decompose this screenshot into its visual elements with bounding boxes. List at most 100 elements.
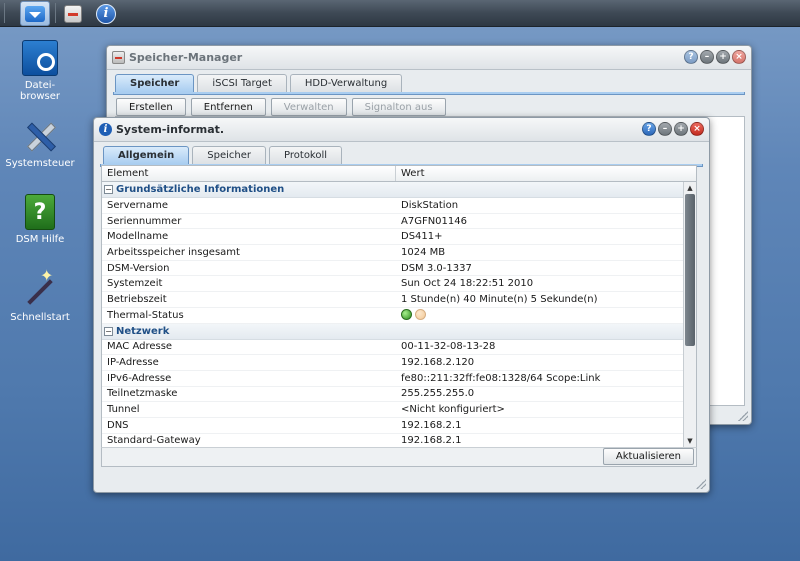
collapse-icon[interactable]: − (104, 185, 113, 194)
help-icon[interactable]: ? (642, 122, 656, 136)
row-key: Tunnel (107, 404, 140, 416)
group-header-basic[interactable]: − Grundsätzliche Informationen (102, 182, 684, 198)
close-icon[interactable]: × (690, 122, 704, 136)
resize-grip[interactable] (696, 479, 706, 489)
system-info-taskbar-button[interactable]: i (91, 1, 121, 26)
control-panel-icon (22, 118, 58, 154)
table-row: Systemzeit Sun Oct 24 18:22:51 2010 (102, 276, 684, 293)
main-menu-button[interactable] (20, 1, 50, 26)
taskbar-separator (55, 3, 56, 23)
row-key: Modellname (107, 231, 169, 243)
minimize-icon[interactable]: – (658, 122, 672, 136)
scroll-up-icon[interactable]: ▲ (685, 183, 695, 193)
create-button[interactable]: Erstellen (116, 98, 186, 116)
taskbar-separator (4, 3, 5, 23)
desktop-icon-label: Datei- browser (19, 80, 60, 102)
maximize-icon[interactable]: + (674, 122, 688, 136)
window-titlebar[interactable]: Speicher-Manager ? – + × (107, 46, 751, 70)
table-row: IPv6-Adresse fe80::211:32ff:fe08:1328/64 … (102, 371, 684, 387)
collapse-icon[interactable]: − (104, 326, 113, 336)
row-key: Teilnetzmaske (107, 388, 178, 400)
row-value: 192.168.2.1 (401, 419, 462, 431)
table-row: MAC Adresse 00-11-32-08-13-28 (102, 340, 684, 356)
table-row: Modellname DS411+ (102, 229, 684, 246)
storage-manager-icon (112, 51, 125, 64)
table-row: Teilnetzmaske 255.255.255.0 (102, 387, 684, 403)
status-ok-icon (401, 309, 412, 321)
info-icon: i (96, 3, 116, 24)
storage-manager-icon (64, 4, 82, 23)
row-value: A7GFN01146 (401, 215, 467, 227)
row-key: IPv6-Adresse (107, 372, 172, 384)
system-info-window[interactable]: i System-informat. ? – + × Allgemein Spe… (93, 117, 710, 493)
table-row: Servername DiskStation (102, 198, 684, 214)
row-key: MAC Adresse (107, 341, 173, 353)
desktop-icon-control-panel[interactable]: Systemsteuer (0, 118, 80, 169)
close-icon[interactable]: × (732, 50, 746, 64)
row-value: 1 Stunde(n) 40 Minute(n) 5 Sekunde(n) (401, 293, 598, 305)
grid-footer: Aktualisieren (101, 447, 697, 467)
tab-iscsi-target[interactable]: iSCSI Target (197, 74, 287, 92)
desktop-icon-help[interactable]: ? DSM Hilfe (0, 194, 80, 245)
beep-off-button[interactable]: Signalton aus (351, 98, 446, 116)
minimize-icon[interactable]: – (700, 50, 714, 64)
table-row: Thermal-Status (102, 308, 684, 324)
info-grid: − Grundsätzliche Informationen Servernam… (101, 182, 697, 447)
row-value: fe80::211:32ff:fe08:1328/64 Scope:Link (401, 372, 601, 384)
status-warning-icon (415, 309, 426, 321)
tab-speicher[interactable]: Speicher (192, 146, 267, 164)
window-titlebar[interactable]: i System-informat. ? – + × (94, 118, 709, 142)
scroll-down-icon[interactable]: ▼ (685, 436, 695, 446)
table-row: IP-Adresse 192.168.2.120 (102, 355, 684, 371)
window-title: Speicher-Manager (129, 51, 243, 64)
storage-tabs: Speicher iSCSI Target HDD-Verwaltung (107, 70, 751, 92)
desktop-icon-label: DSM Hilfe (15, 234, 65, 245)
resize-grip[interactable] (738, 411, 748, 421)
tab-protokoll[interactable]: Protokoll (269, 146, 343, 164)
tab-hdd-verwaltung[interactable]: HDD-Verwaltung (289, 74, 403, 92)
row-key: Seriennummer (107, 215, 182, 227)
table-row: Standard-Gateway 192.168.2.1 (102, 434, 684, 447)
tab-speicher[interactable]: Speicher (115, 74, 195, 92)
vertical-scrollbar[interactable]: ▲ ▼ (683, 182, 696, 447)
remove-button[interactable]: Entfernen (190, 98, 266, 116)
row-value: DSM 3.0-1337 (401, 262, 472, 274)
sysinfo-tabs: Allgemein Speicher Protokoll (94, 142, 709, 164)
manage-button[interactable]: Verwalten (270, 98, 347, 116)
column-header-element[interactable]: Element (102, 166, 396, 181)
row-value: 192.168.2.120 (401, 357, 475, 369)
desktop-icon-file-browser[interactable]: Datei- browser (0, 40, 80, 102)
row-key: Servername (107, 199, 168, 211)
group-header-network[interactable]: − Netzwerk (102, 323, 684, 340)
row-key: Betriebszeit (107, 293, 167, 305)
row-value: DS411+ (401, 231, 443, 243)
table-row: Betriebszeit 1 Stunde(n) 40 Minute(n) 5 S… (102, 292, 684, 308)
help-icon[interactable]: ? (684, 50, 698, 64)
maximize-icon[interactable]: + (716, 50, 730, 64)
column-header-value[interactable]: Wert (396, 166, 430, 181)
main-menu-icon (25, 5, 45, 22)
row-value: Sun Oct 24 18:22:51 2010 (401, 278, 534, 290)
tab-allgemein[interactable]: Allgemein (103, 146, 190, 164)
table-row: Tunnel <Nicht konfiguriert> (102, 402, 684, 418)
grid-header: Element Wert (101, 165, 697, 182)
refresh-button[interactable]: Aktualisieren (602, 448, 694, 465)
row-key: Standard-Gateway (107, 435, 201, 447)
window-title: System-informat. (116, 123, 225, 136)
storage-manager-taskbar-button[interactable] (58, 1, 88, 26)
row-key: DNS (107, 419, 129, 431)
taskbar: i (0, 0, 800, 27)
row-value: 1024 MB (401, 246, 446, 258)
group-title: Netzwerk (116, 325, 170, 337)
row-value: <Nicht konfiguriert> (401, 404, 505, 416)
file-browser-icon (22, 40, 58, 76)
group-title: Grundsätzliche Informationen (116, 184, 285, 195)
desktop-icon-quick-start[interactable]: Schnellstart (0, 270, 80, 323)
row-key: Systemzeit (107, 278, 163, 290)
quick-start-icon (22, 270, 58, 308)
row-value: DiskStation (401, 199, 459, 211)
row-key: IP-Adresse (107, 357, 159, 369)
grid-header-wrap: Element Wert (101, 165, 697, 182)
scrollbar-thumb[interactable] (685, 194, 695, 346)
help-icon: ? (25, 194, 55, 230)
